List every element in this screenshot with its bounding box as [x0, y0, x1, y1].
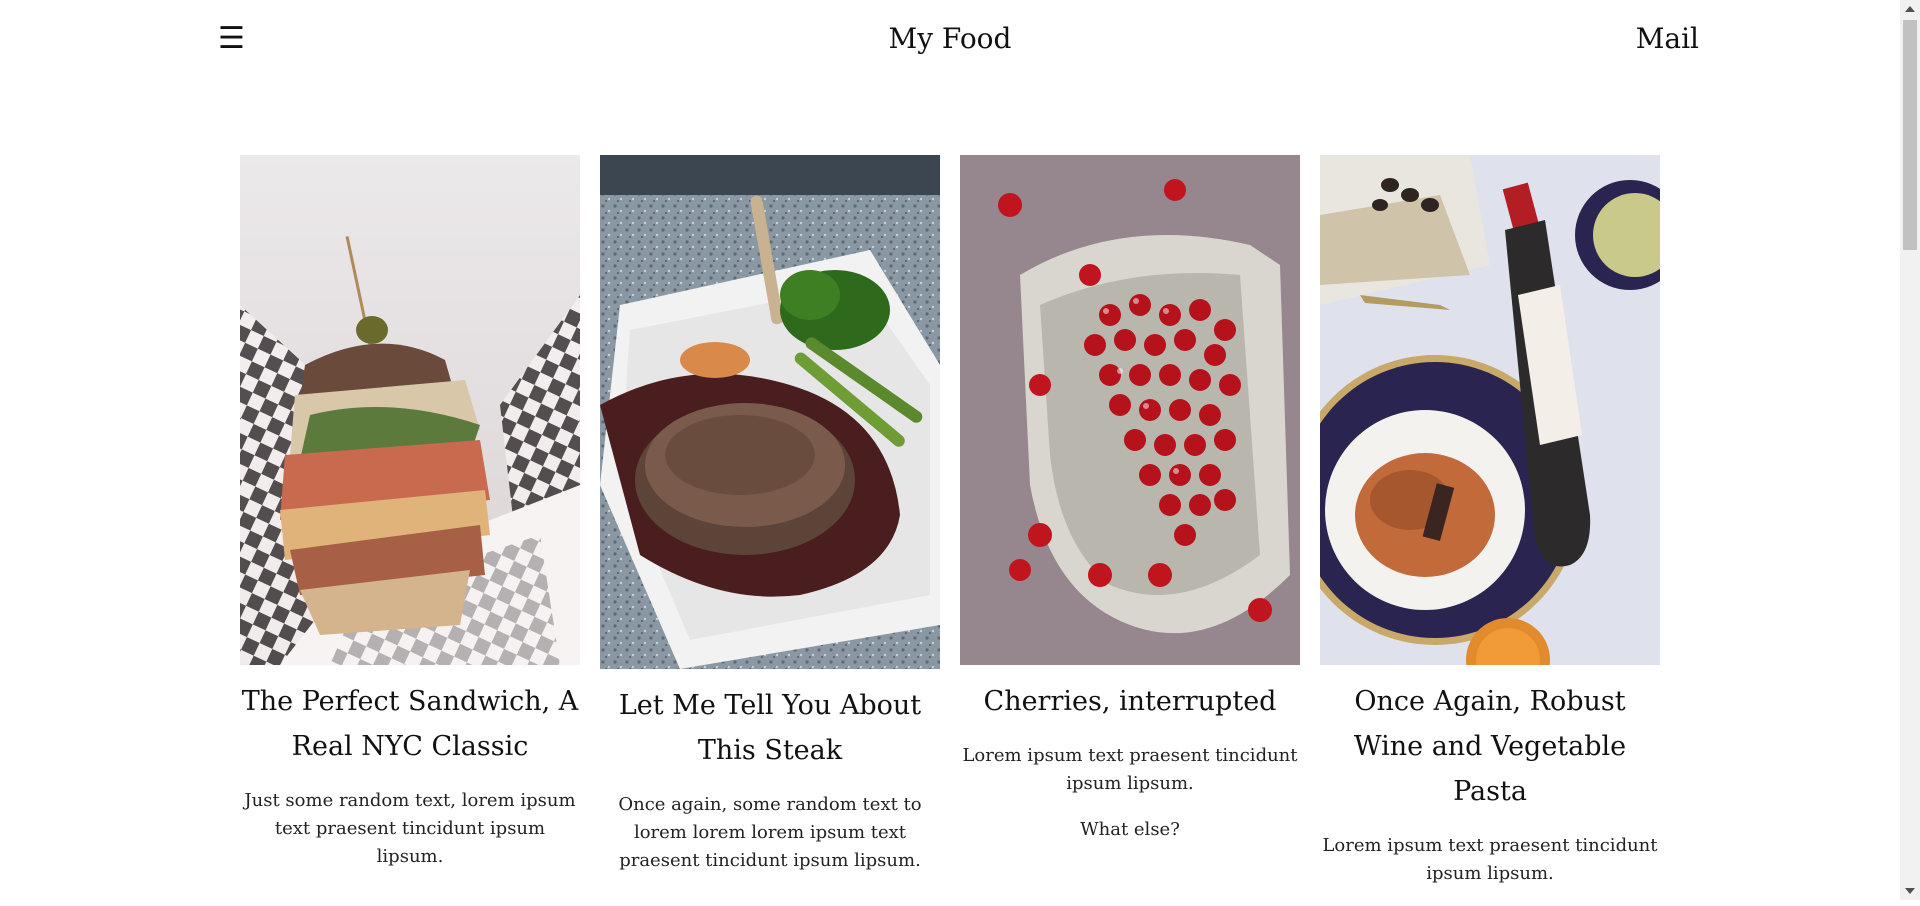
top-navigation: ☰ My Food Mail	[0, 0, 1900, 78]
food-card: The Perfect Sandwich, A Real NYC Classic…	[240, 155, 580, 889]
card-title[interactable]: Let Me Tell You About This Steak	[600, 683, 940, 773]
card-title[interactable]: Once Again, Robust Wine and Vegetable Pa…	[1320, 679, 1660, 814]
food-card-grid: The Perfect Sandwich, A Real NYC Classic…	[240, 155, 1660, 906]
cherries-photo[interactable]	[960, 155, 1300, 665]
card-text: What else?	[1080, 819, 1180, 840]
sandwich-photo[interactable]	[240, 155, 580, 665]
scroll-down-arrow-icon[interactable]	[1905, 888, 1915, 894]
card-title[interactable]: Cherries, interrupted	[960, 679, 1300, 724]
card-text: Lorem ipsum text praesent tincidunt ipsu…	[962, 745, 1298, 794]
site-title: My Food	[888, 22, 1012, 55]
food-card: Let Me Tell You About This Steak Once ag…	[600, 155, 940, 893]
card-text: Lorem ipsum text praesent tincidunt ipsu…	[1322, 835, 1658, 884]
food-card: Cherries, interrupted Lorem ipsum text p…	[960, 155, 1300, 862]
steak-photo[interactable]	[600, 155, 940, 669]
wine-pasta-photo[interactable]	[1320, 155, 1660, 665]
scroll-up-arrow-icon[interactable]	[1905, 6, 1915, 12]
card-text: Just some random text, lorem ipsum text …	[244, 790, 576, 867]
scroll-thumb[interactable]	[1903, 20, 1917, 250]
mail-link[interactable]: Mail	[1636, 20, 1699, 58]
food-card: Once Again, Robust Wine and Vegetable Pa…	[1320, 155, 1660, 906]
vertical-scrollbar[interactable]	[1900, 0, 1920, 900]
card-text: Once again, some random text to lorem lo…	[618, 794, 922, 871]
card-title[interactable]: The Perfect Sandwich, A Real NYC Classic	[240, 679, 580, 769]
